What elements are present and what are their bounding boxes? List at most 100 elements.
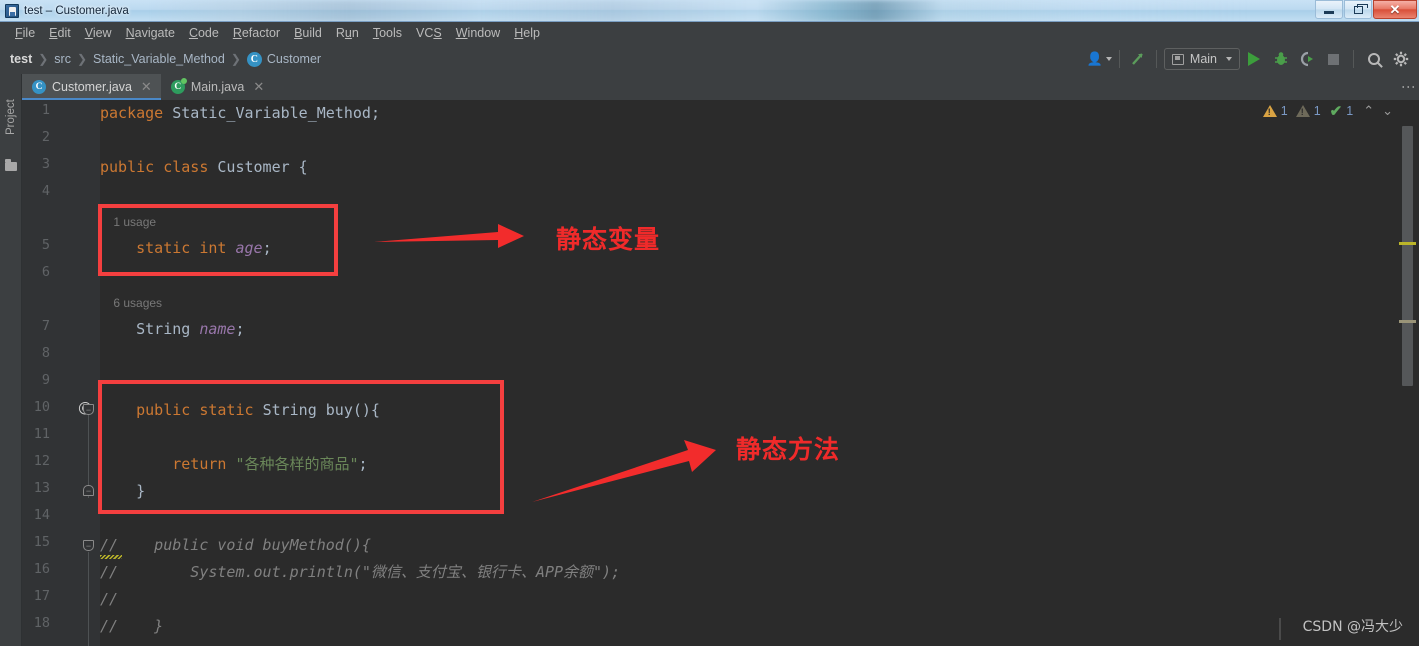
annotation-label-static-method: 静态方法 — [736, 435, 841, 464]
sidebar-item-project[interactable]: Project — [0, 82, 22, 152]
menu-refactor[interactable]: Refactor — [226, 24, 287, 42]
search-icon[interactable] — [1361, 53, 1387, 65]
breadcrumb-item-package[interactable]: Static_Variable_Method — [93, 52, 225, 66]
stop-square-icon[interactable] — [1320, 53, 1346, 65]
intellij-idea-window: test – Customer.java ✕ File Edit View Na… — [0, 0, 1419, 646]
code-line-1: package Static_Variable_Method; — [100, 104, 380, 122]
menu-vcs[interactable]: VCS — [409, 24, 449, 42]
menu-edit[interactable]: Edit — [42, 24, 78, 42]
fold-region-start-icon-comment[interactable]: − — [83, 540, 94, 551]
inlay-hint-usage-name[interactable]: 6 usages — [100, 289, 162, 316]
run-play-icon[interactable] — [1240, 52, 1268, 66]
chevron-down-icon — [1105, 57, 1112, 61]
code-fold-line — [88, 552, 89, 646]
close-icon[interactable]: ✕ — [253, 79, 264, 95]
run-configuration-selector[interactable]: Main — [1163, 48, 1240, 70]
java-class-icon: C — [32, 80, 46, 94]
people-icon[interactable]: 👤 — [1087, 51, 1112, 67]
line-number: 13 — [33, 480, 50, 496]
code-editor[interactable]: 1 2 3 4 5 6 7 8 9 10 11 12 13 14 15 16 1… — [22, 100, 1419, 646]
code-line-17: // — [100, 590, 119, 608]
warning-count: 1 — [1280, 104, 1288, 118]
annotation-label-static-variable: 静态变量 — [556, 225, 661, 254]
line-number: 15 — [33, 534, 50, 550]
breadcrumb-class-label: Customer — [266, 52, 322, 66]
restore-button[interactable] — [1344, 0, 1372, 19]
breadcrumb-item-src[interactable]: src — [54, 52, 71, 66]
menu-tools[interactable]: Tools — [366, 24, 409, 42]
inspection-squiggle — [100, 555, 122, 559]
tab-label: Customer.java — [52, 80, 132, 94]
breadcrumb-separator: ❯ — [230, 52, 241, 66]
tab-customer-java[interactable]: C Customer.java ✕ — [22, 74, 161, 100]
folder-icon[interactable] — [5, 159, 17, 171]
more-vertical-icon[interactable]: ⋮ — [1397, 74, 1419, 100]
close-icon[interactable]: ✕ — [141, 79, 152, 95]
weak-warning-icon — [1295, 105, 1310, 117]
minimize-icon — [1324, 10, 1334, 14]
java-class-icon: C — [246, 51, 262, 67]
menu-view[interactable]: View — [78, 24, 119, 42]
debug-bug-icon[interactable] — [1268, 51, 1294, 67]
intellij-idea-icon — [5, 3, 19, 18]
tab-label: Main.java — [190, 80, 245, 94]
window-title: test – Customer.java — [24, 4, 129, 17]
window-controls: ✕ — [1314, 0, 1417, 19]
editor-gutter[interactable]: 1 2 3 4 5 6 7 8 9 10 11 12 13 14 15 16 1… — [22, 100, 100, 646]
chevron-up-icon[interactable]: ⌃ — [1363, 103, 1374, 119]
line-number: 12 — [33, 453, 50, 469]
run-configuration-icon — [1171, 53, 1184, 65]
toolbar-divider — [1118, 50, 1120, 68]
menu-window[interactable]: Window — [449, 24, 507, 42]
menu-build[interactable]: Build — [287, 24, 329, 42]
line-number: 6 — [41, 264, 50, 280]
line-number: 8 — [41, 345, 50, 361]
menu-run[interactable]: Run — [329, 24, 366, 42]
editor-scrollbar-zone[interactable] — [1397, 100, 1419, 646]
editor-tab-bar: C Customer.java ✕ C Main.java ✕ ⋮ — [22, 74, 1419, 100]
menu-file[interactable]: File — [8, 24, 42, 42]
menu-code[interactable]: Code — [182, 24, 226, 42]
scrollbar-weak-warning-marker[interactable] — [1399, 320, 1416, 323]
window-title-bar: test – Customer.java ✕ — [0, 0, 1419, 22]
run-configuration-label: Main — [1189, 52, 1217, 66]
line-number: 3 — [41, 156, 50, 172]
code-line-15: // public void buyMethod(){ — [100, 536, 371, 554]
inspection-status-widget[interactable]: 1 1 ✔ 1 ⌃ ⌄ — [1262, 102, 1393, 120]
close-button[interactable]: ✕ — [1373, 0, 1417, 19]
fold-region-start-icon[interactable]: − — [83, 404, 94, 415]
line-number: 10 — [33, 399, 50, 415]
line-number: 1 — [41, 102, 50, 118]
code-line-12: return "各种各样的商品"; — [100, 455, 368, 473]
watermark-divider — [1279, 618, 1281, 640]
code-text-area[interactable]: package Static_Variable_Method; public c… — [100, 100, 1419, 646]
tab-main-java[interactable]: C Main.java ✕ — [161, 74, 273, 100]
run-with-coverage-icon[interactable] — [1294, 51, 1320, 67]
weak-warning-count: 1 — [1313, 104, 1321, 118]
fold-region-end-icon[interactable]: − — [83, 485, 94, 496]
breadcrumb-separator: ❯ — [76, 52, 88, 66]
check-icon: ✔ — [1329, 102, 1343, 120]
line-number: 14 — [33, 507, 50, 523]
annotation-arrow-1 — [374, 224, 524, 248]
breadcrumb-item-project[interactable]: test — [10, 52, 32, 66]
chevron-down-icon — [1226, 57, 1232, 61]
breadcrumb-item-class[interactable]: C Customer — [246, 51, 322, 67]
line-number: 5 — [41, 237, 50, 253]
gear-icon[interactable] — [1387, 51, 1415, 67]
scrollbar-warning-marker[interactable] — [1399, 242, 1416, 245]
code-line-3: public class Customer { — [100, 158, 308, 176]
chevron-down-icon[interactable]: ⌄ — [1382, 103, 1393, 119]
minimize-button[interactable] — [1315, 0, 1343, 19]
code-line-10: public static String buy(){ — [100, 401, 380, 419]
build-hammer-icon[interactable] — [1127, 50, 1149, 68]
inlay-hint-usage-age[interactable]: 1 usage — [100, 208, 156, 235]
left-tool-strip: Project — [0, 74, 22, 646]
ok-count: 1 — [1346, 104, 1354, 118]
scrollbar-thumb[interactable] — [1402, 126, 1413, 386]
menu-help[interactable]: Help — [507, 24, 547, 42]
code-line-18: // } — [100, 617, 164, 635]
toolbar-divider — [1155, 50, 1157, 68]
menu-navigate[interactable]: Navigate — [119, 24, 182, 42]
line-number: 18 — [33, 615, 50, 631]
